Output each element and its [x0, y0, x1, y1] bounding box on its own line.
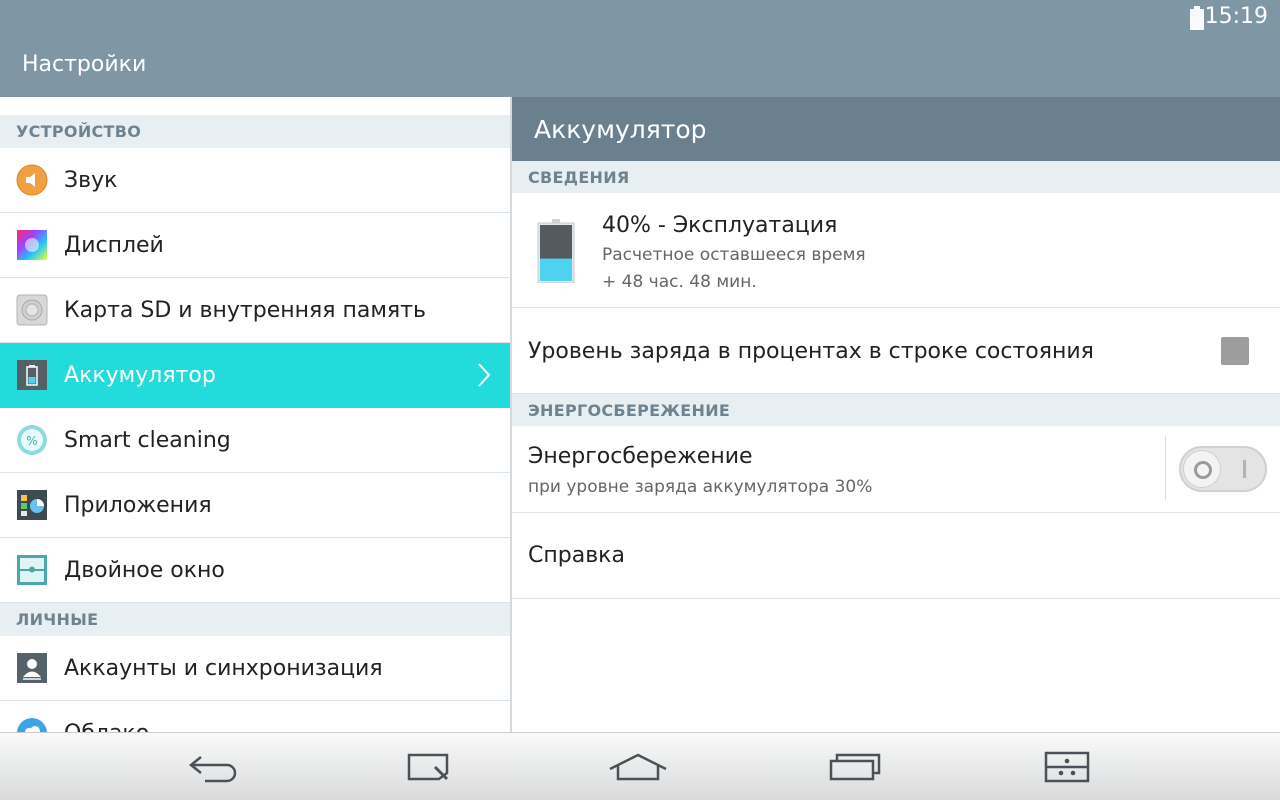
sidebar-item-label: Приложения — [64, 492, 212, 518]
battery-icon — [17, 360, 47, 390]
accounts-icon — [17, 653, 47, 683]
cloud-icon — [17, 718, 47, 732]
storage-icon — [16, 294, 48, 326]
app-bar: 15:19 Настройки — [0, 0, 1280, 97]
svg-text:%: % — [26, 434, 37, 448]
sidebar-item-sound[interactable]: Звук — [0, 148, 510, 213]
settings-sidebar: УСТРОЙСТВО Звук Дисплей Карта SD и внутр… — [0, 97, 510, 732]
sidebar-item-storage[interactable]: Карта SD и внутренняя память — [0, 278, 510, 343]
sidebar-item-accounts[interactable]: Аккаунты и синхронизация — [0, 636, 510, 701]
percent-in-status-bar-row[interactable]: Уровень заряда в процентах в строке сост… — [512, 308, 1280, 394]
navigation-bar — [0, 732, 1280, 800]
detail-title: Аккумулятор — [512, 97, 1280, 161]
back-button[interactable] — [181, 747, 245, 787]
power-saving-row[interactable]: Энергосбережение при уровне заряда аккум… — [512, 426, 1280, 513]
notes-icon — [407, 753, 449, 781]
home-button[interactable] — [606, 747, 670, 787]
sidebar-item-label: Карта SD и внутренняя память — [64, 297, 426, 323]
recent-apps-icon — [829, 753, 881, 781]
toggle-on-mark — [1243, 460, 1246, 478]
section-header-device: УСТРОЙСТВО — [0, 115, 510, 148]
smart-cleaning-icon: % — [17, 425, 47, 455]
sidebar-item-battery[interactable]: Аккумулятор — [0, 343, 510, 408]
power-saving-subtitle: при уровне заряда аккумулятора 30% — [528, 477, 873, 497]
help-row[interactable]: Справка — [512, 513, 1280, 599]
help-label: Справка — [528, 543, 625, 568]
row-divider — [1165, 436, 1166, 500]
recent-apps-button[interactable] — [821, 747, 885, 787]
sidebar-item-label: Smart cleaning — [64, 427, 231, 453]
sidebar-item-label: Звук — [64, 167, 118, 193]
sidebar-item-label: Дисплей — [64, 232, 164, 258]
sidebar-item-cloud[interactable]: Облако — [0, 701, 510, 732]
remaining-time-value: + 48 час. 48 мин. — [602, 272, 757, 292]
section-header-info: СВЕДЕНИЯ — [512, 161, 1280, 193]
sound-icon — [16, 164, 48, 196]
app-title: Настройки — [22, 52, 147, 77]
battery-detail-pane: Аккумулятор СВЕДЕНИЯ 40% - Эксплуатация … — [512, 97, 1280, 732]
sidebar-item-apps[interactable]: Приложения — [0, 473, 510, 538]
sidebar-item-smart-cleaning[interactable]: % Smart cleaning — [0, 408, 510, 473]
remaining-time-label: Расчетное оставшееся время — [602, 245, 866, 265]
back-icon — [188, 756, 237, 783]
display-icon — [17, 230, 47, 260]
battery-icon — [1190, 6, 1204, 30]
sidebar-item-label: Облако — [64, 721, 149, 733]
battery-level-icon — [537, 219, 575, 283]
battery-level-title: 40% - Эксплуатация — [602, 213, 838, 238]
power-saving-toggle[interactable] — [1179, 446, 1267, 492]
section-header-power-saving: ЭНЕРГОСБЕРЕЖЕНИЕ — [512, 394, 1280, 426]
apps-icon — [17, 490, 47, 520]
power-saving-title: Энергосбережение — [528, 444, 753, 469]
dual-window-button[interactable] — [1034, 747, 1098, 787]
sidebar-item-display[interactable]: Дисплей — [0, 213, 510, 278]
notes-button[interactable] — [395, 747, 459, 787]
sidebar-item-label: Аккумулятор — [64, 362, 216, 388]
toggle-knob — [1183, 450, 1221, 488]
dual-window-icon — [17, 555, 47, 585]
sidebar-item-label: Аккаунты и синхронизация — [64, 655, 383, 681]
dual-window-icon — [1044, 751, 1090, 783]
status-time: 15:19 — [1204, 4, 1268, 29]
sidebar-item-label: Двойное окно — [64, 557, 225, 583]
percent-in-status-bar-checkbox[interactable] — [1221, 337, 1249, 365]
battery-status-row[interactable]: 40% - Эксплуатация Расчетное оставшееся … — [512, 193, 1280, 308]
section-header-personal: ЛИЧНЫЕ — [0, 603, 510, 636]
sidebar-item-dual-window[interactable]: Двойное окно — [0, 538, 510, 603]
home-icon — [609, 753, 667, 781]
chevron-right-icon — [478, 363, 491, 387]
percent-in-status-bar-label: Уровень заряда в процентах в строке сост… — [528, 339, 1094, 364]
